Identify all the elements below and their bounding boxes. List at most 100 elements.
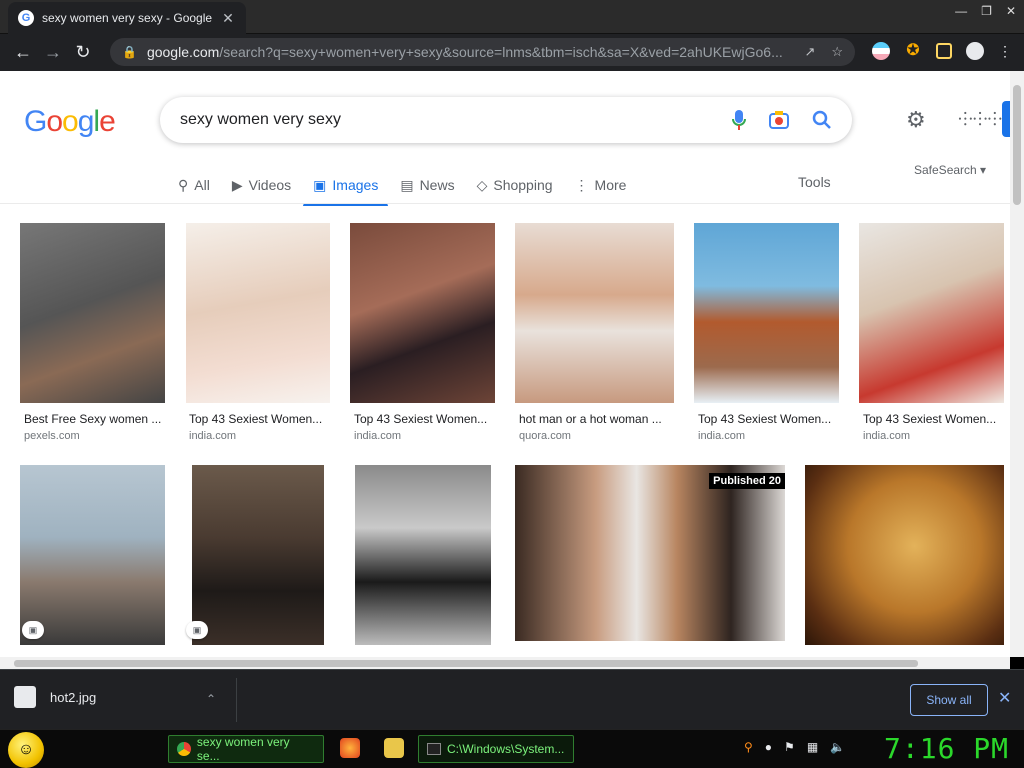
result-source[interactable]: india.com (863, 430, 910, 442)
result-image[interactable] (20, 465, 165, 645)
start-button[interactable]: ☺ (8, 732, 44, 768)
video-icon: ▶ (231, 176, 243, 193)
result-source[interactable]: india.com (354, 430, 401, 442)
result-image[interactable] (515, 223, 674, 403)
vertical-scrollbar[interactable] (1010, 71, 1024, 657)
result-source[interactable]: india.com (698, 430, 745, 442)
firefox-icon[interactable] (340, 738, 360, 758)
tab-images[interactable]: ▣ Images (303, 167, 389, 206)
network-icon[interactable]: ▦ (807, 740, 818, 754)
result-caption[interactable]: hot man or a hot woman ... (519, 412, 669, 426)
scrollbar-thumb[interactable] (1013, 85, 1021, 205)
restore-icon[interactable]: ❐ (981, 4, 992, 18)
minimize-icon[interactable]: — (955, 4, 967, 18)
profile-flag-icon[interactable] (872, 42, 890, 60)
url-host: google.com (146, 44, 220, 60)
flag-icon[interactable]: ⚑ (784, 740, 795, 754)
search-icon[interactable] (812, 110, 832, 130)
url-text: google.com/search?q=sexy+women+very+sexy… (147, 44, 804, 60)
microphone-icon[interactable] (732, 109, 746, 131)
tab-videos[interactable]: ▶ Videos (232, 167, 291, 203)
side-panel-icon[interactable] (936, 43, 952, 59)
cmd-icon (427, 743, 441, 755)
published-overlay: Published 20 (709, 473, 785, 489)
forward-arrow-icon[interactable]: → (38, 42, 68, 63)
extension-icons: ✪ ⋮ (872, 42, 1012, 60)
browser-tab[interactable]: G sexy women very sexy - Google ✕ (8, 2, 246, 34)
search-box[interactable]: sexy women very sexy (160, 97, 852, 143)
tab-title: sexy women very sexy - Google (42, 11, 213, 25)
search-input[interactable]: sexy women very sexy (180, 111, 732, 129)
chevron-up-icon[interactable]: ⌃ (206, 692, 216, 706)
bookmark-star-icon[interactable]: ☆ (831, 44, 843, 60)
header-divider (0, 203, 1010, 204)
result-source[interactable]: india.com (189, 430, 236, 442)
download-item[interactable]: hot2.jpg (14, 686, 96, 708)
taskbar-task-label: C:\Windows\System... (447, 742, 565, 756)
search-icon[interactable]: ⚲ (744, 740, 753, 754)
close-icon[interactable]: ✕ (998, 688, 1011, 708)
result-image[interactable] (350, 223, 495, 403)
system-tray: ⚲ ● ⚑ ▦ 🔈 (744, 740, 845, 754)
tab-label: More (594, 177, 627, 193)
apps-grid-icon[interactable]: ⸭⸭⸭ (958, 107, 1002, 131)
result-image[interactable] (355, 465, 491, 645)
result-image[interactable]: Published 20 (515, 465, 785, 641)
tab-label: Shopping (493, 177, 553, 193)
url-path: /search?q=sexy+women+very+sexy&source=ln… (219, 44, 783, 60)
avatar[interactable] (966, 42, 984, 60)
sign-in-button[interactable] (1002, 101, 1010, 137)
result-source[interactable]: pexels.com (24, 430, 80, 442)
back-arrow-icon[interactable]: ← (8, 42, 38, 63)
file-icon (14, 686, 36, 708)
folder-icon[interactable] (384, 738, 404, 758)
taskbar-chrome-window[interactable]: sexy women very se... (168, 735, 324, 763)
logo-letter: G (24, 105, 47, 138)
extensions-puzzle-icon[interactable]: ✪ (904, 42, 922, 60)
horizontal-scrollbar[interactable] (0, 657, 1010, 669)
result-image[interactable] (186, 223, 330, 403)
settings-gear-icon[interactable]: ⚙ (906, 107, 926, 133)
result-image[interactable] (20, 223, 165, 403)
tab-shopping[interactable]: ◇ Shopping (477, 167, 553, 203)
result-caption[interactable]: Top 43 Sexiest Women... (354, 412, 494, 426)
menu-kebab-icon[interactable]: ⋮ (998, 43, 1012, 60)
safesearch-dropdown[interactable]: SafeSearch ▾ (914, 163, 986, 177)
download-file-name: hot2.jpg (50, 689, 97, 705)
tab-label: Images (332, 177, 379, 193)
result-image[interactable] (192, 465, 324, 645)
lock-icon[interactable]: 🔒 (122, 45, 137, 59)
google-images-page: Google sexy women very sexy ⚙ ⸭⸭⸭ ⚲ All ▶… (0, 71, 1010, 657)
show-all-button[interactable]: Show all (910, 684, 988, 716)
window-controls: — ❐ ✕ (955, 4, 1016, 18)
share-icon[interactable]: ↗ (804, 44, 815, 60)
scrollbar-thumb[interactable] (14, 660, 918, 667)
tab-label: News (419, 177, 455, 193)
result-image[interactable] (694, 223, 839, 403)
result-image[interactable] (859, 223, 1004, 403)
taskbar-clock[interactable]: 7:16 PM (884, 732, 1009, 765)
tag-icon: ◇ (476, 176, 488, 193)
result-caption[interactable]: Best Free Sexy women ... (24, 412, 164, 426)
chat-icon[interactable]: ● (765, 740, 772, 754)
tools-button[interactable]: Tools (798, 174, 831, 190)
tab-more[interactable]: ⋮ More (575, 167, 627, 203)
logo-letter: o (46, 105, 63, 138)
result-image[interactable] (805, 465, 1004, 645)
taskbar-cmd-window[interactable]: C:\Windows\System... (418, 735, 574, 763)
result-caption[interactable]: Top 43 Sexiest Women... (698, 412, 838, 426)
close-window-icon[interactable]: ✕ (1006, 4, 1016, 18)
address-bar[interactable]: 🔒 google.com/search?q=sexy+women+very+se… (110, 38, 855, 66)
reload-icon[interactable]: ↻ (68, 42, 98, 63)
download-shelf: hot2.jpg ⌃ Show all ✕ (0, 669, 1024, 729)
result-caption[interactable]: Top 43 Sexiest Women... (189, 412, 329, 426)
screen: G sexy women very sexy - Google ✕ — ❐ ✕ … (0, 0, 1024, 768)
result-caption[interactable]: Top 43 Sexiest Women... (863, 412, 1003, 426)
tab-news[interactable]: ▤ News (400, 167, 454, 203)
camera-lens-icon[interactable] (768, 110, 790, 130)
tab-all[interactable]: ⚲ All (178, 167, 210, 203)
tab-close-icon[interactable]: ✕ (220, 10, 236, 27)
volume-icon[interactable]: 🔈 (830, 740, 845, 754)
google-logo[interactable]: Google (24, 105, 116, 139)
result-source[interactable]: quora.com (519, 430, 571, 442)
